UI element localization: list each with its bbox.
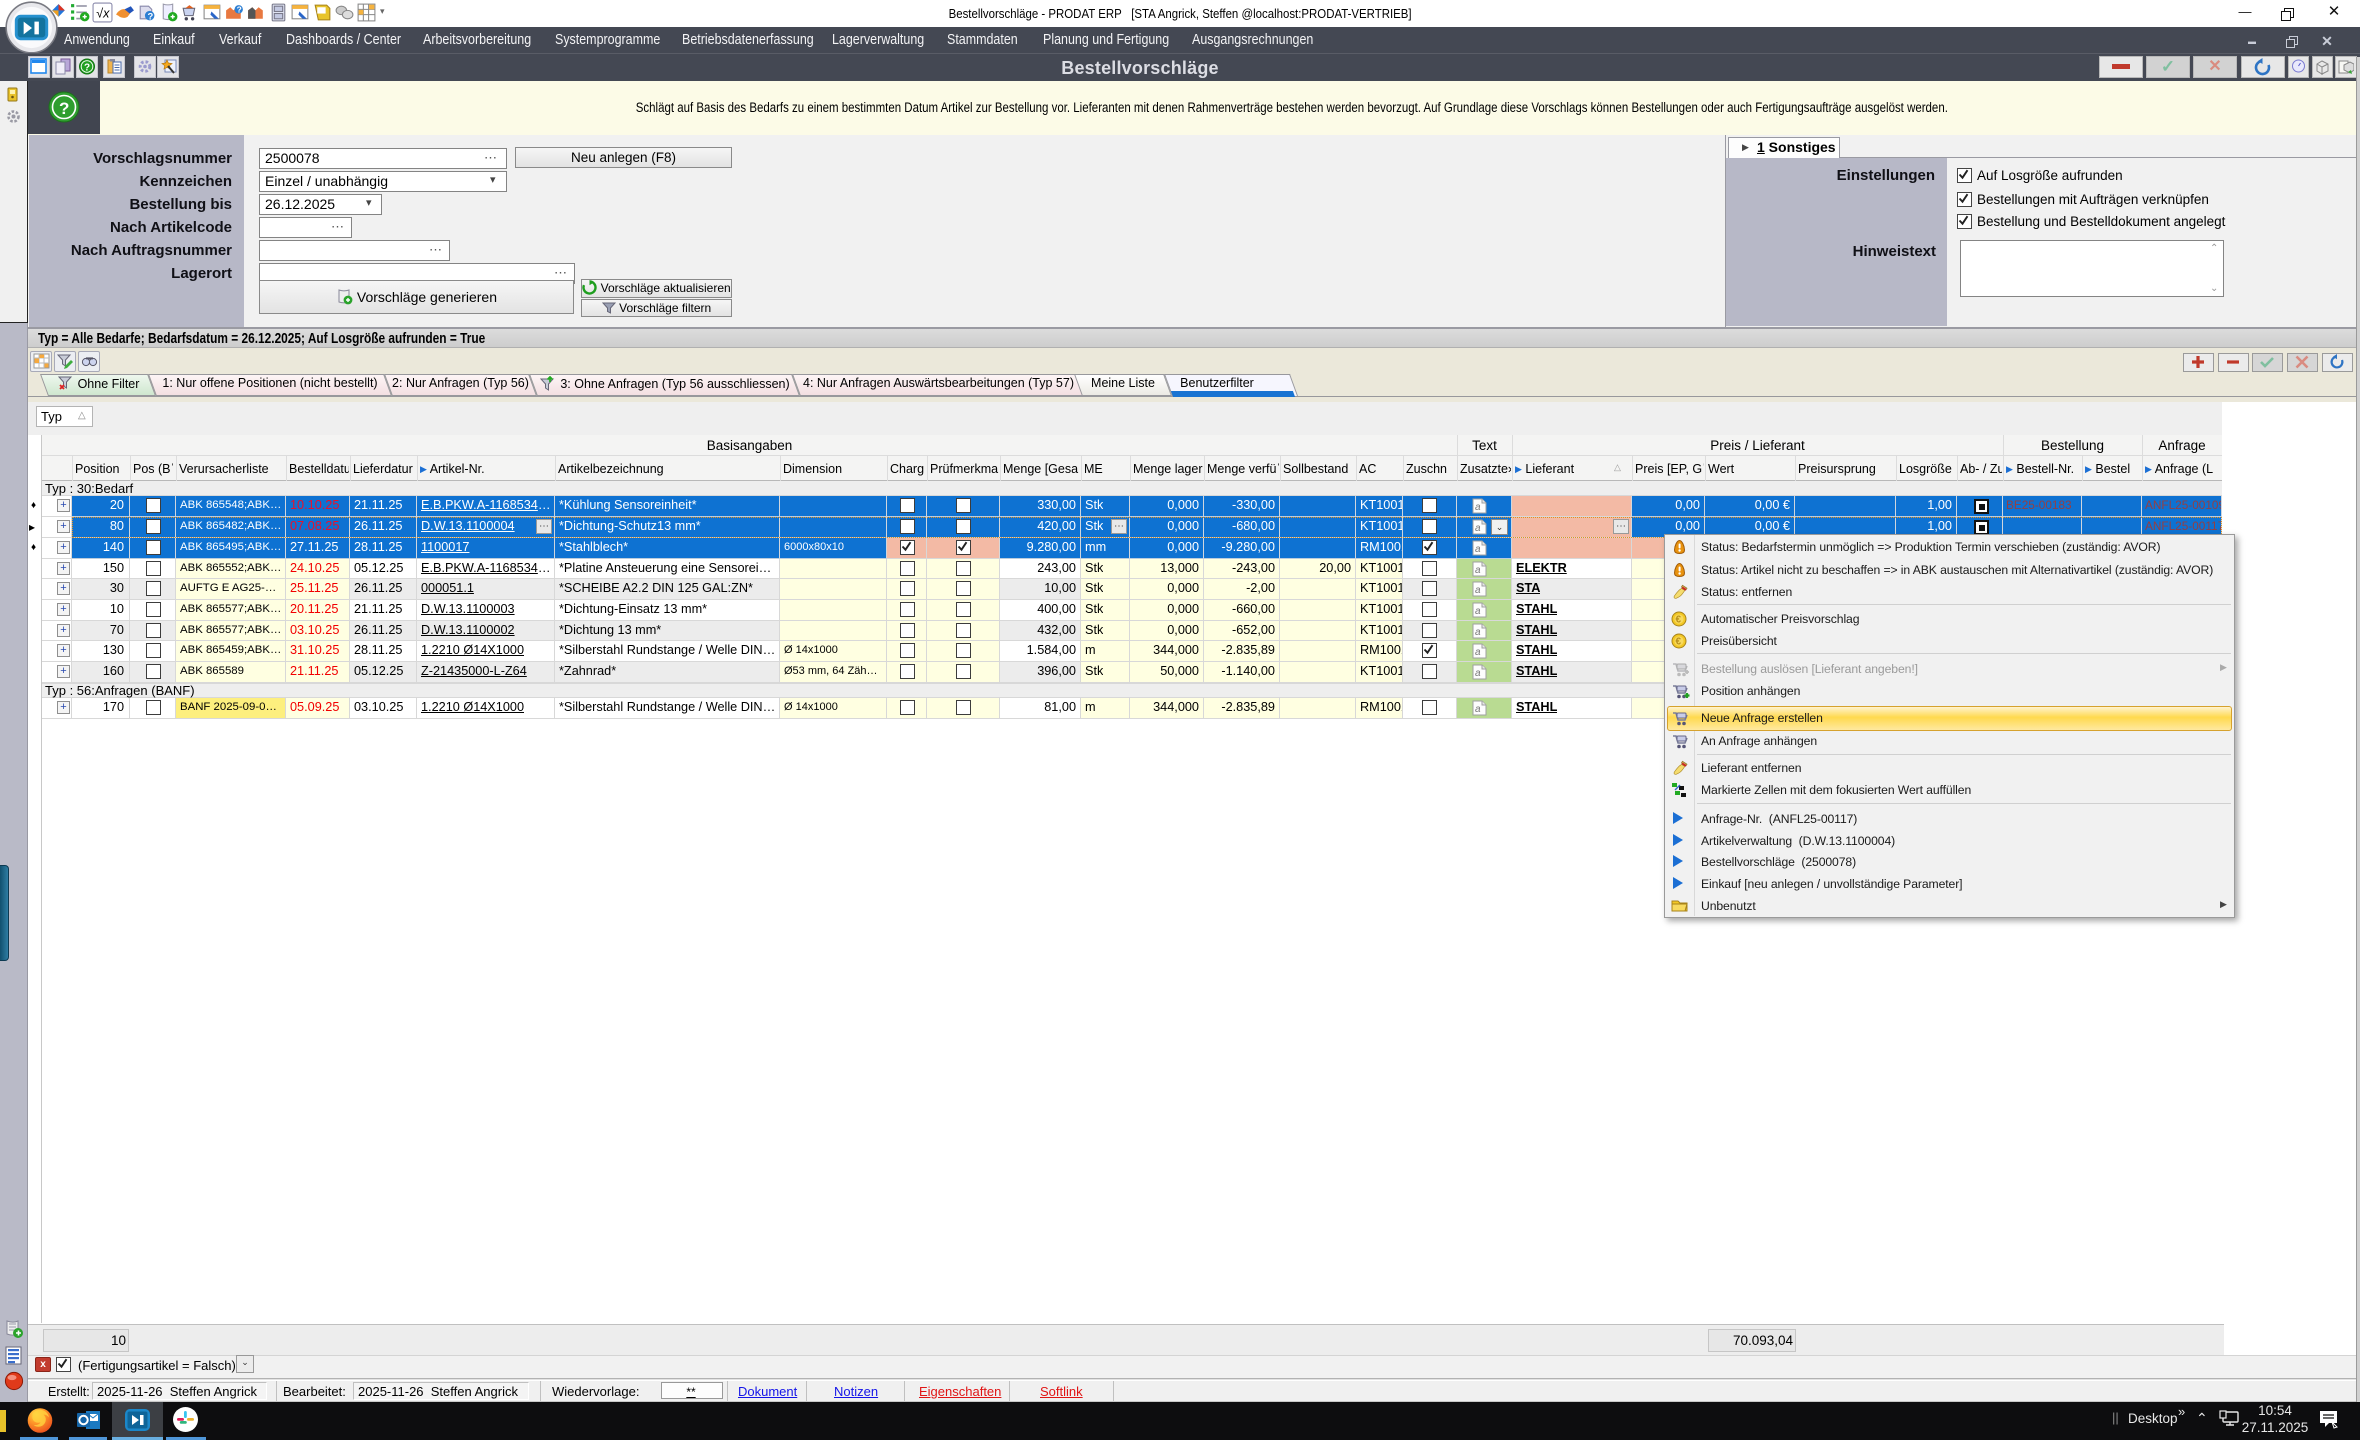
svg-text:?: ?	[59, 99, 69, 118]
svg-text:a: a	[1475, 668, 1481, 679]
svg-text:?: ?	[237, 5, 242, 15]
svg-text:a: a	[1475, 565, 1481, 576]
svg-text:a: a	[1475, 544, 1481, 555]
svg-text:€: €	[1676, 637, 1682, 648]
svg-text:a: a	[1475, 704, 1481, 715]
svg-text:a: a	[1475, 585, 1481, 596]
svg-text:a: a	[1475, 606, 1481, 617]
svg-text:√x: √x	[96, 7, 110, 21]
svg-text:a: a	[1475, 502, 1481, 513]
svg-text:?: ?	[84, 63, 90, 74]
svg-text:?: ?	[148, 11, 154, 22]
svg-text:a: a	[1475, 647, 1481, 658]
svg-text:a: a	[1475, 523, 1481, 534]
svg-text:a: a	[1475, 627, 1481, 638]
svg-text:€: €	[1676, 615, 1682, 626]
